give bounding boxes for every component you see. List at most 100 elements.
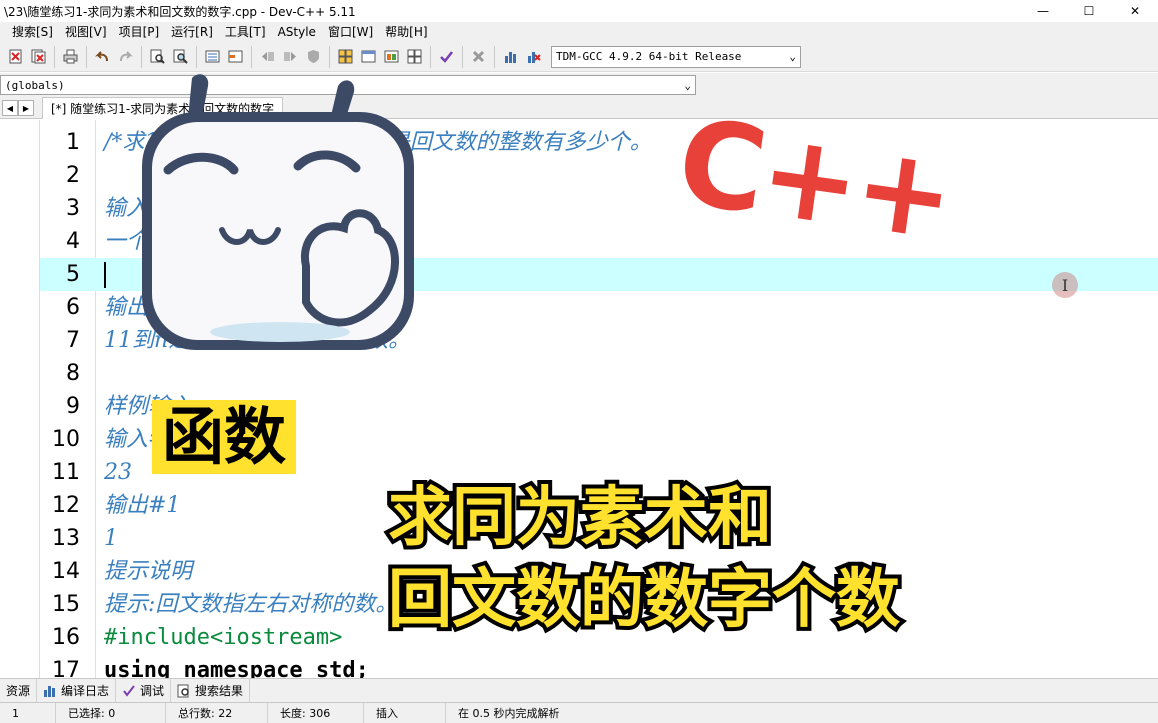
line-number: 9 xyxy=(66,394,80,419)
indent-right-button[interactable] xyxy=(279,46,301,68)
line-number: 1 xyxy=(66,130,80,155)
new-project-button[interactable] xyxy=(334,46,356,68)
stop-button[interactable] xyxy=(467,46,489,68)
code-text: 1 xyxy=(104,526,118,551)
checkmark-icon xyxy=(439,51,453,63)
chevron-right-icon[interactable]: ▶ xyxy=(18,100,34,116)
close-icon[interactable]: ✕ xyxy=(1112,0,1158,22)
indent-left-button[interactable] xyxy=(256,46,278,68)
delete-profile-button[interactable] xyxy=(522,46,544,68)
video-title-line-2: 回文数的数字个数 xyxy=(384,563,904,637)
tile-icon xyxy=(384,50,398,63)
tab-debug[interactable]: 调试 xyxy=(116,678,172,703)
status-selected-value: 0 xyxy=(108,706,116,720)
menu-help[interactable]: 帮助[H] xyxy=(379,22,433,42)
indent-left-icon xyxy=(261,52,274,61)
status-total-label: 总行数: xyxy=(178,706,215,720)
replace-button[interactable] xyxy=(169,46,191,68)
chevron-left-icon[interactable]: ◀ xyxy=(2,100,18,116)
tab-label: 调试 xyxy=(140,684,165,698)
toggle-comment-button[interactable] xyxy=(302,46,324,68)
close-all-button[interactable] xyxy=(27,46,49,68)
close-file-button[interactable] xyxy=(4,46,26,68)
toolbar-separator xyxy=(141,45,142,68)
menu-astyle[interactable]: AStyle xyxy=(272,22,322,42)
toolbar-separator xyxy=(430,45,431,68)
toolbar-separator xyxy=(86,45,87,68)
search-icon xyxy=(177,684,189,697)
line-number: 10 xyxy=(52,427,80,452)
tab-compile-log[interactable]: 编译日志 xyxy=(37,678,117,703)
line-number: 12 xyxy=(52,493,80,518)
status-insert-mode: 插入 xyxy=(364,702,446,723)
undo-button[interactable] xyxy=(91,46,113,68)
bookmark-icon xyxy=(228,50,242,63)
line-number: 11 xyxy=(52,460,80,485)
window-title: \23\随堂练习1-求同为素术和回文数的数字.cpp - Dev-C++ 5.1… xyxy=(4,4,356,19)
tab-resources[interactable]: 资源 xyxy=(0,678,38,703)
minimize-icon[interactable]: — xyxy=(1020,0,1066,22)
text-caret xyxy=(104,262,106,288)
status-length-value: 306 xyxy=(309,706,331,720)
menu-view[interactable]: 视图[V] xyxy=(59,22,113,42)
close-file-icon xyxy=(9,49,21,64)
compiler-select-value: TDM-GCC 4.9.2 64-bit Release xyxy=(556,50,742,63)
find-button[interactable] xyxy=(146,46,168,68)
menu-window[interactable]: 窗口[W] xyxy=(322,22,379,42)
mascot-illustration xyxy=(142,74,414,350)
text-cursor-icon: I xyxy=(1052,272,1078,298)
redo-icon xyxy=(119,51,133,62)
window-controls: — ☐ ✕ xyxy=(1020,0,1158,22)
status-selected-label: 已选择: xyxy=(68,706,105,720)
video-title-line-1: 求同为素术和 xyxy=(384,481,776,555)
window-icon xyxy=(361,50,375,63)
check-syntax-button[interactable] xyxy=(435,46,457,68)
goto-line-button[interactable] xyxy=(201,46,223,68)
status-total-value: 22 xyxy=(218,706,233,720)
print-icon xyxy=(63,49,77,64)
code-text: 提示说明 xyxy=(104,559,193,584)
maximize-icon[interactable]: ☐ xyxy=(1066,0,1112,22)
tab-label: 搜索结果 xyxy=(195,684,244,698)
status-total-lines: 总行数: 22 xyxy=(166,702,268,723)
title-bar: \23\随堂练习1-求同为素术和回文数的数字.cpp - Dev-C++ 5.1… xyxy=(0,0,1158,22)
compiler-select[interactable]: TDM-GCC 4.9.2 64-bit Release ⌄ xyxy=(551,45,801,68)
line-number: 2 xyxy=(66,163,80,188)
project-panel xyxy=(0,120,40,678)
status-bar: 1 已选择: 0 总行数: 22 长度: 306 插入 在 0.5 秒内完成解析 xyxy=(0,702,1158,723)
menu-tools[interactable]: 工具[T] xyxy=(219,22,272,42)
toolbar-separator xyxy=(462,45,463,68)
code-line[interactable]: 8 xyxy=(40,357,1158,390)
code-text: 提示:回文数指左右对称的数。*/ xyxy=(104,592,416,617)
stop-icon xyxy=(472,50,484,63)
grid-icon xyxy=(338,49,352,64)
window-button[interactable] xyxy=(357,46,379,68)
layout-button[interactable] xyxy=(403,46,425,68)
print-button[interactable] xyxy=(59,46,81,68)
code-text: using namespace std; xyxy=(104,658,369,678)
line-number: 17 xyxy=(52,658,80,678)
menu-run[interactable]: 运行[R] xyxy=(165,22,219,42)
toolbar: TDM-GCC 4.9.2 64-bit Release ⌄ xyxy=(0,42,1158,72)
code-line[interactable]: 17 using namespace std; xyxy=(40,654,1158,678)
redo-button[interactable] xyxy=(114,46,136,68)
line-number: 7 xyxy=(66,328,80,353)
bar-chart-icon xyxy=(504,52,516,63)
profile-button[interactable] xyxy=(499,46,521,68)
bar-chart-icon xyxy=(44,685,56,697)
delete-chart-icon xyxy=(527,52,541,63)
line-number: 6 xyxy=(66,295,80,320)
toggle-bookmark-button[interactable] xyxy=(224,46,246,68)
menu-search[interactable]: 搜索[S] xyxy=(6,22,59,42)
line-number: 16 xyxy=(52,625,80,650)
tab-search-results[interactable]: 搜索结果 xyxy=(171,678,251,703)
tile-button[interactable] xyxy=(380,46,402,68)
toolbar-separator xyxy=(196,45,197,68)
tab-label: 编译日志 xyxy=(61,684,110,698)
indent-right-icon xyxy=(283,52,296,61)
toolbar-separator xyxy=(329,45,330,68)
tab-label: 资源 xyxy=(6,684,31,698)
menu-project[interactable]: 项目[P] xyxy=(113,22,166,42)
line-number: 8 xyxy=(66,361,80,386)
status-parse-info: 在 0.5 秒内完成解析 xyxy=(458,706,560,720)
